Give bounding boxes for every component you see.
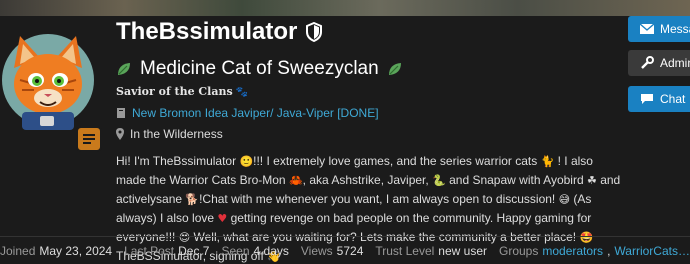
user-title: Medicine Cat of Sweezyclan <box>140 58 379 79</box>
grin-emoji-icon: 😅 <box>558 193 571 206</box>
paw-icon: 🐾 <box>235 87 249 98</box>
cat-emoji-icon: 🐈 <box>540 155 555 168</box>
leaf-icon <box>118 63 130 75</box>
flair-title-text: Savior of the Clans <box>116 85 233 98</box>
stat-label: Seen <box>221 243 250 258</box>
wrench-icon <box>640 56 654 70</box>
group-separator: , <box>607 243 611 258</box>
heart-emoji-icon: ♥ <box>217 212 228 225</box>
stat-value[interactable]: Dec 7 <box>178 244 209 258</box>
envelope-icon <box>640 24 654 34</box>
chat-button[interactable]: Chat <box>628 86 690 112</box>
stat-label: Views <box>300 243 333 258</box>
user-stats: Joined May 23, 2024 Last Post Dec 7 Seen… <box>0 236 690 264</box>
featured-topic: New Bromon Idea Javiper/ Java-Viper [DON… <box>116 106 379 120</box>
stat-value: May 23, 2024 <box>39 243 113 258</box>
chat-bubble-icon <box>640 93 654 105</box>
stat-views: Views 5724 <box>301 244 364 258</box>
user-title-row: Medicine Cat of Sweezyclan <box>116 58 403 80</box>
snake-emoji-icon: 🐍 <box>432 174 446 187</box>
location: In the Wilderness <box>116 127 223 141</box>
location-text: In the Wilderness <box>130 127 223 141</box>
stat-groups: Groups moderators, WarriorCats… <box>499 244 690 258</box>
profile-banner <box>0 0 690 16</box>
dog-emoji-icon: 🐕 <box>185 193 200 206</box>
stat-seen: Seen 4 days <box>221 244 288 258</box>
crab-emoji-icon: 🦀 <box>288 174 303 187</box>
bio-text: and Snapaw with Ayobird <box>445 173 587 187</box>
chat-button-label: Chat <box>660 92 686 106</box>
stat-last-post: Last Post Dec 7 <box>124 244 209 258</box>
avatar[interactable] <box>0 30 102 154</box>
bio-text: !!! I extremely love games, and the seri… <box>253 154 541 168</box>
stat-value: 4 days <box>253 243 289 258</box>
username: TheBssimulator <box>116 18 298 45</box>
stat-value: 5724 <box>336 243 364 258</box>
stat-label: Joined <box>0 243 36 258</box>
admin-button[interactable]: Admin <box>628 50 690 76</box>
moderator-shield-icon <box>306 22 323 42</box>
book-icon <box>117 108 125 118</box>
bio-text: , aka Ashstrike, Javiper, <box>302 173 433 187</box>
group-link-warriorcats[interactable]: WarriorCats… <box>614 244 690 258</box>
stat-joined: Joined May 23, 2024 <box>0 244 112 258</box>
stat-trust-level: Trust Level new user <box>375 244 487 258</box>
featured-topic-link[interactable]: New Bromon Idea Javiper/ Java-Viper [DON… <box>132 106 379 120</box>
name-row: TheBssimulator <box>116 18 323 46</box>
bio-text: Hi! I'm TheBssimulator <box>116 154 240 168</box>
user-card: TheBssimulator Medicine Cat of Sweezycla… <box>0 16 690 264</box>
flair-badge <box>76 126 102 152</box>
leaf-icon <box>388 63 401 75</box>
group-link-moderators[interactable]: moderators <box>542 244 603 258</box>
clover-emoji-icon: ☘ <box>586 174 597 187</box>
smile-emoji-icon: 🙂 <box>239 155 254 168</box>
stat-label: Groups <box>499 243 539 258</box>
message-button-label: Message <box>660 22 690 36</box>
list-badge-icon <box>83 134 95 144</box>
stat-label: Last Post <box>124 243 175 258</box>
bio-text: !Chat with me whenever you want, I am al… <box>199 192 559 206</box>
flair-title: Savior of the Clans 🐾 <box>116 85 248 98</box>
admin-button-label: Admin <box>660 56 690 70</box>
stat-value: new user <box>438 243 487 258</box>
message-button[interactable]: Message <box>628 16 690 42</box>
map-marker-icon <box>116 128 124 140</box>
stat-label: Trust Level <box>375 243 435 258</box>
